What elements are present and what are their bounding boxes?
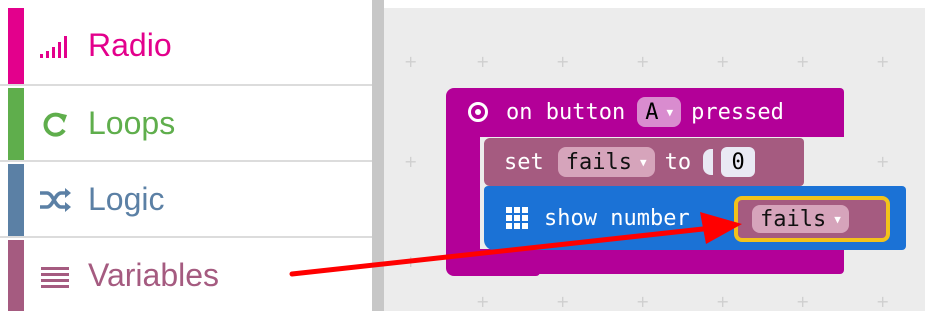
grid-dot: + — [636, 52, 650, 71]
grid-dot: + — [404, 152, 418, 171]
grid-dot: + — [556, 52, 570, 71]
grid-dot: + — [796, 292, 810, 311]
category-label: Radio — [88, 26, 172, 63]
toolbox-category-loops[interactable]: Loops — [0, 88, 372, 162]
on-button-label: on button — [506, 99, 626, 125]
event-block-header: on button A ▼ pressed — [446, 88, 784, 136]
category-label: Loops — [88, 104, 176, 141]
category-label: Logic — [88, 180, 165, 217]
grid-dot: + — [796, 52, 810, 71]
show-number-label: show number — [544, 205, 690, 231]
list-lines-icon — [38, 261, 72, 291]
button-dropdown[interactable]: A ▼ — [637, 97, 682, 127]
grid-dot: + — [404, 52, 418, 71]
category-color-stripe — [8, 8, 24, 84]
dropdown-caret-icon: ▼ — [639, 155, 647, 169]
show-variable-dropdown[interactable]: fails ▼ — [752, 205, 849, 233]
signal-bars-icon — [38, 31, 72, 61]
toolbox: Radio Loops Logic Variables — [0, 0, 372, 311]
set-variable-name: fails — [565, 149, 632, 175]
grid-dot: + — [404, 252, 418, 271]
grid-dot: + — [556, 292, 570, 311]
set-value-input[interactable]: 0 — [721, 147, 756, 177]
set-variable-block[interactable]: set fails ▼ to 0 — [484, 138, 804, 186]
grid-dot: + — [716, 52, 730, 71]
shuffle-icon — [38, 185, 72, 215]
dropdown-caret-icon: ▼ — [834, 212, 841, 226]
grid-dot: + — [476, 292, 490, 311]
value-socket — [703, 149, 714, 175]
grid-dot: + — [876, 292, 890, 311]
category-color-stripe — [8, 88, 24, 160]
set-label: set — [504, 149, 544, 175]
pressed-label: pressed — [691, 99, 784, 125]
toolbox-scrollbar[interactable] — [372, 0, 384, 311]
radio-button-icon — [468, 102, 488, 122]
category-color-stripe — [8, 164, 24, 236]
category-color-stripe — [8, 240, 24, 311]
toolbox-category-radio[interactable]: Radio — [0, 8, 372, 86]
category-label: Variables — [88, 256, 220, 293]
event-block-footer[interactable] — [446, 250, 540, 276]
led-grid-icon — [506, 207, 528, 229]
grid-dot: + — [716, 292, 730, 311]
show-variable-name: fails — [760, 206, 827, 232]
grid-dot: + — [476, 52, 490, 71]
grid-dot: + — [876, 52, 890, 71]
to-label: to — [664, 149, 692, 175]
grid-dot: + — [876, 152, 890, 171]
toolbox-category-variables[interactable]: Variables — [0, 240, 372, 311]
variable-reporter-highlighted[interactable]: fails ▼ — [734, 196, 890, 242]
loop-arrow-icon — [38, 109, 72, 139]
grid-dot: + — [636, 292, 650, 311]
set-variable-dropdown[interactable]: fails ▼ — [557, 147, 655, 177]
dropdown-caret-icon: ▼ — [666, 105, 674, 119]
button-dropdown-value: A — [645, 99, 659, 125]
toolbox-category-logic[interactable]: Logic — [0, 164, 372, 238]
